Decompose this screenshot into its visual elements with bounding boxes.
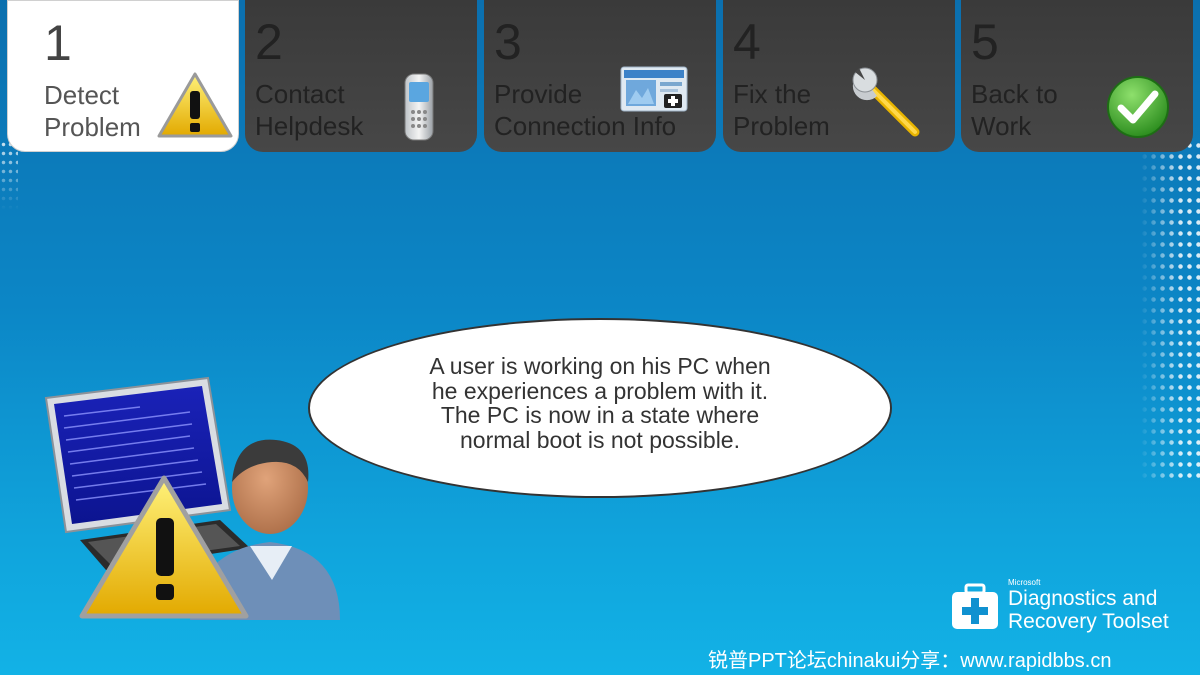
checkmark-icon — [1107, 76, 1169, 138]
step-number: 3 — [494, 14, 522, 70]
step-number: 2 — [255, 14, 283, 70]
warning-icon — [157, 72, 233, 138]
speech-bubble-text: A user is working on his PC when he expe… — [429, 353, 771, 453]
step-tab-detect-problem[interactable]: 1 Detect Problem — [7, 0, 239, 152]
brand-line-1: Diagnostics and — [1008, 587, 1158, 610]
brand-vendor: Microsoft — [1008, 578, 1041, 587]
step-label: Back to Work — [971, 79, 1058, 141]
footer-credit: 锐普PPT论坛chinakui分享：www.rapidbbs.cn — [708, 650, 1112, 672]
wrench-icon — [852, 67, 920, 137]
step-tab-contact-helpdesk[interactable]: 2 Contact Helpdesk — [245, 0, 477, 152]
connection-card-icon — [620, 66, 688, 112]
brand-line-2: Recovery Toolset — [1008, 610, 1169, 633]
step-label: Contact Helpdesk — [255, 79, 364, 141]
step-tab-fix-the-problem[interactable]: 4 Fix the Problem — [723, 0, 955, 152]
step-number: 1 — [44, 15, 72, 71]
decorative-dots-right — [1140, 140, 1200, 480]
step-tab-back-to-work[interactable]: 5 Back to Work — [961, 0, 1193, 152]
mobile-phone-icon — [404, 73, 434, 141]
step-navigation: 1 Detect Problem 2 Contact Helpdesk 3 Pr… — [0, 0, 1200, 155]
first-aid-kit-icon — [952, 583, 998, 629]
user-with-broken-pc-illustration — [44, 376, 340, 620]
step-tab-provide-connection-info[interactable]: 3 Provide Connection Info — [484, 0, 716, 152]
step-number: 5 — [971, 14, 999, 70]
step-number: 4 — [733, 14, 761, 70]
